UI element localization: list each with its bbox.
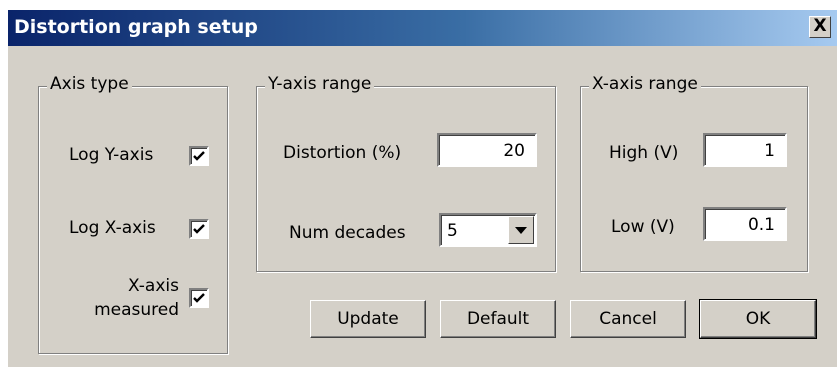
high-label: High (V) [609, 143, 679, 163]
x-measured-label-line2: measured [94, 300, 179, 320]
checkmark-icon [193, 151, 205, 161]
checkmark-icon [193, 293, 205, 303]
low-label: Low (V) [611, 217, 675, 237]
checkmark-icon [193, 224, 205, 234]
chevron-down-icon [515, 227, 527, 234]
axis-type-legend: Axis type [47, 74, 132, 94]
log-x-label: Log X-axis [69, 218, 156, 238]
num-decades-label: Num decades [289, 223, 406, 243]
high-input[interactable]: 1 [703, 133, 787, 167]
dropdown-button[interactable] [508, 216, 534, 244]
num-decades-value: 5 [447, 221, 458, 241]
title-bar[interactable]: Distortion graph setup X [8, 10, 837, 46]
window-title: Distortion graph setup [14, 16, 258, 38]
distortion-label: Distortion (%) [283, 143, 402, 163]
cancel-button[interactable]: Cancel [570, 300, 686, 338]
dialog-window: Distortion graph setup X Axis type Log Y… [8, 10, 837, 367]
x-measured-label-line1: X-axis [128, 276, 179, 296]
y-axis-range-legend: Y-axis range [265, 74, 375, 94]
close-button[interactable]: X [809, 16, 831, 38]
log-y-label: Log Y-axis [69, 145, 154, 165]
num-decades-select[interactable]: 5 [439, 213, 537, 247]
update-button[interactable]: Update [310, 300, 426, 338]
ok-button[interactable]: OK [699, 299, 817, 339]
x-measured-checkbox[interactable] [189, 288, 209, 308]
y-axis-range-group: Y-axis range Distortion (%) 20 Num decad… [256, 74, 556, 272]
low-input[interactable]: 0.1 [703, 207, 787, 241]
log-x-checkbox[interactable] [189, 219, 209, 239]
distortion-input[interactable]: 20 [437, 133, 537, 167]
axis-type-group: Axis type Log Y-axis Log X-axis X-axis m… [38, 74, 228, 354]
x-axis-range-group: X-axis range High (V) 1 Low (V) 0.1 [580, 74, 808, 272]
default-button[interactable]: Default [440, 300, 556, 338]
log-y-checkbox[interactable] [189, 146, 209, 166]
x-axis-range-legend: X-axis range [589, 74, 701, 94]
